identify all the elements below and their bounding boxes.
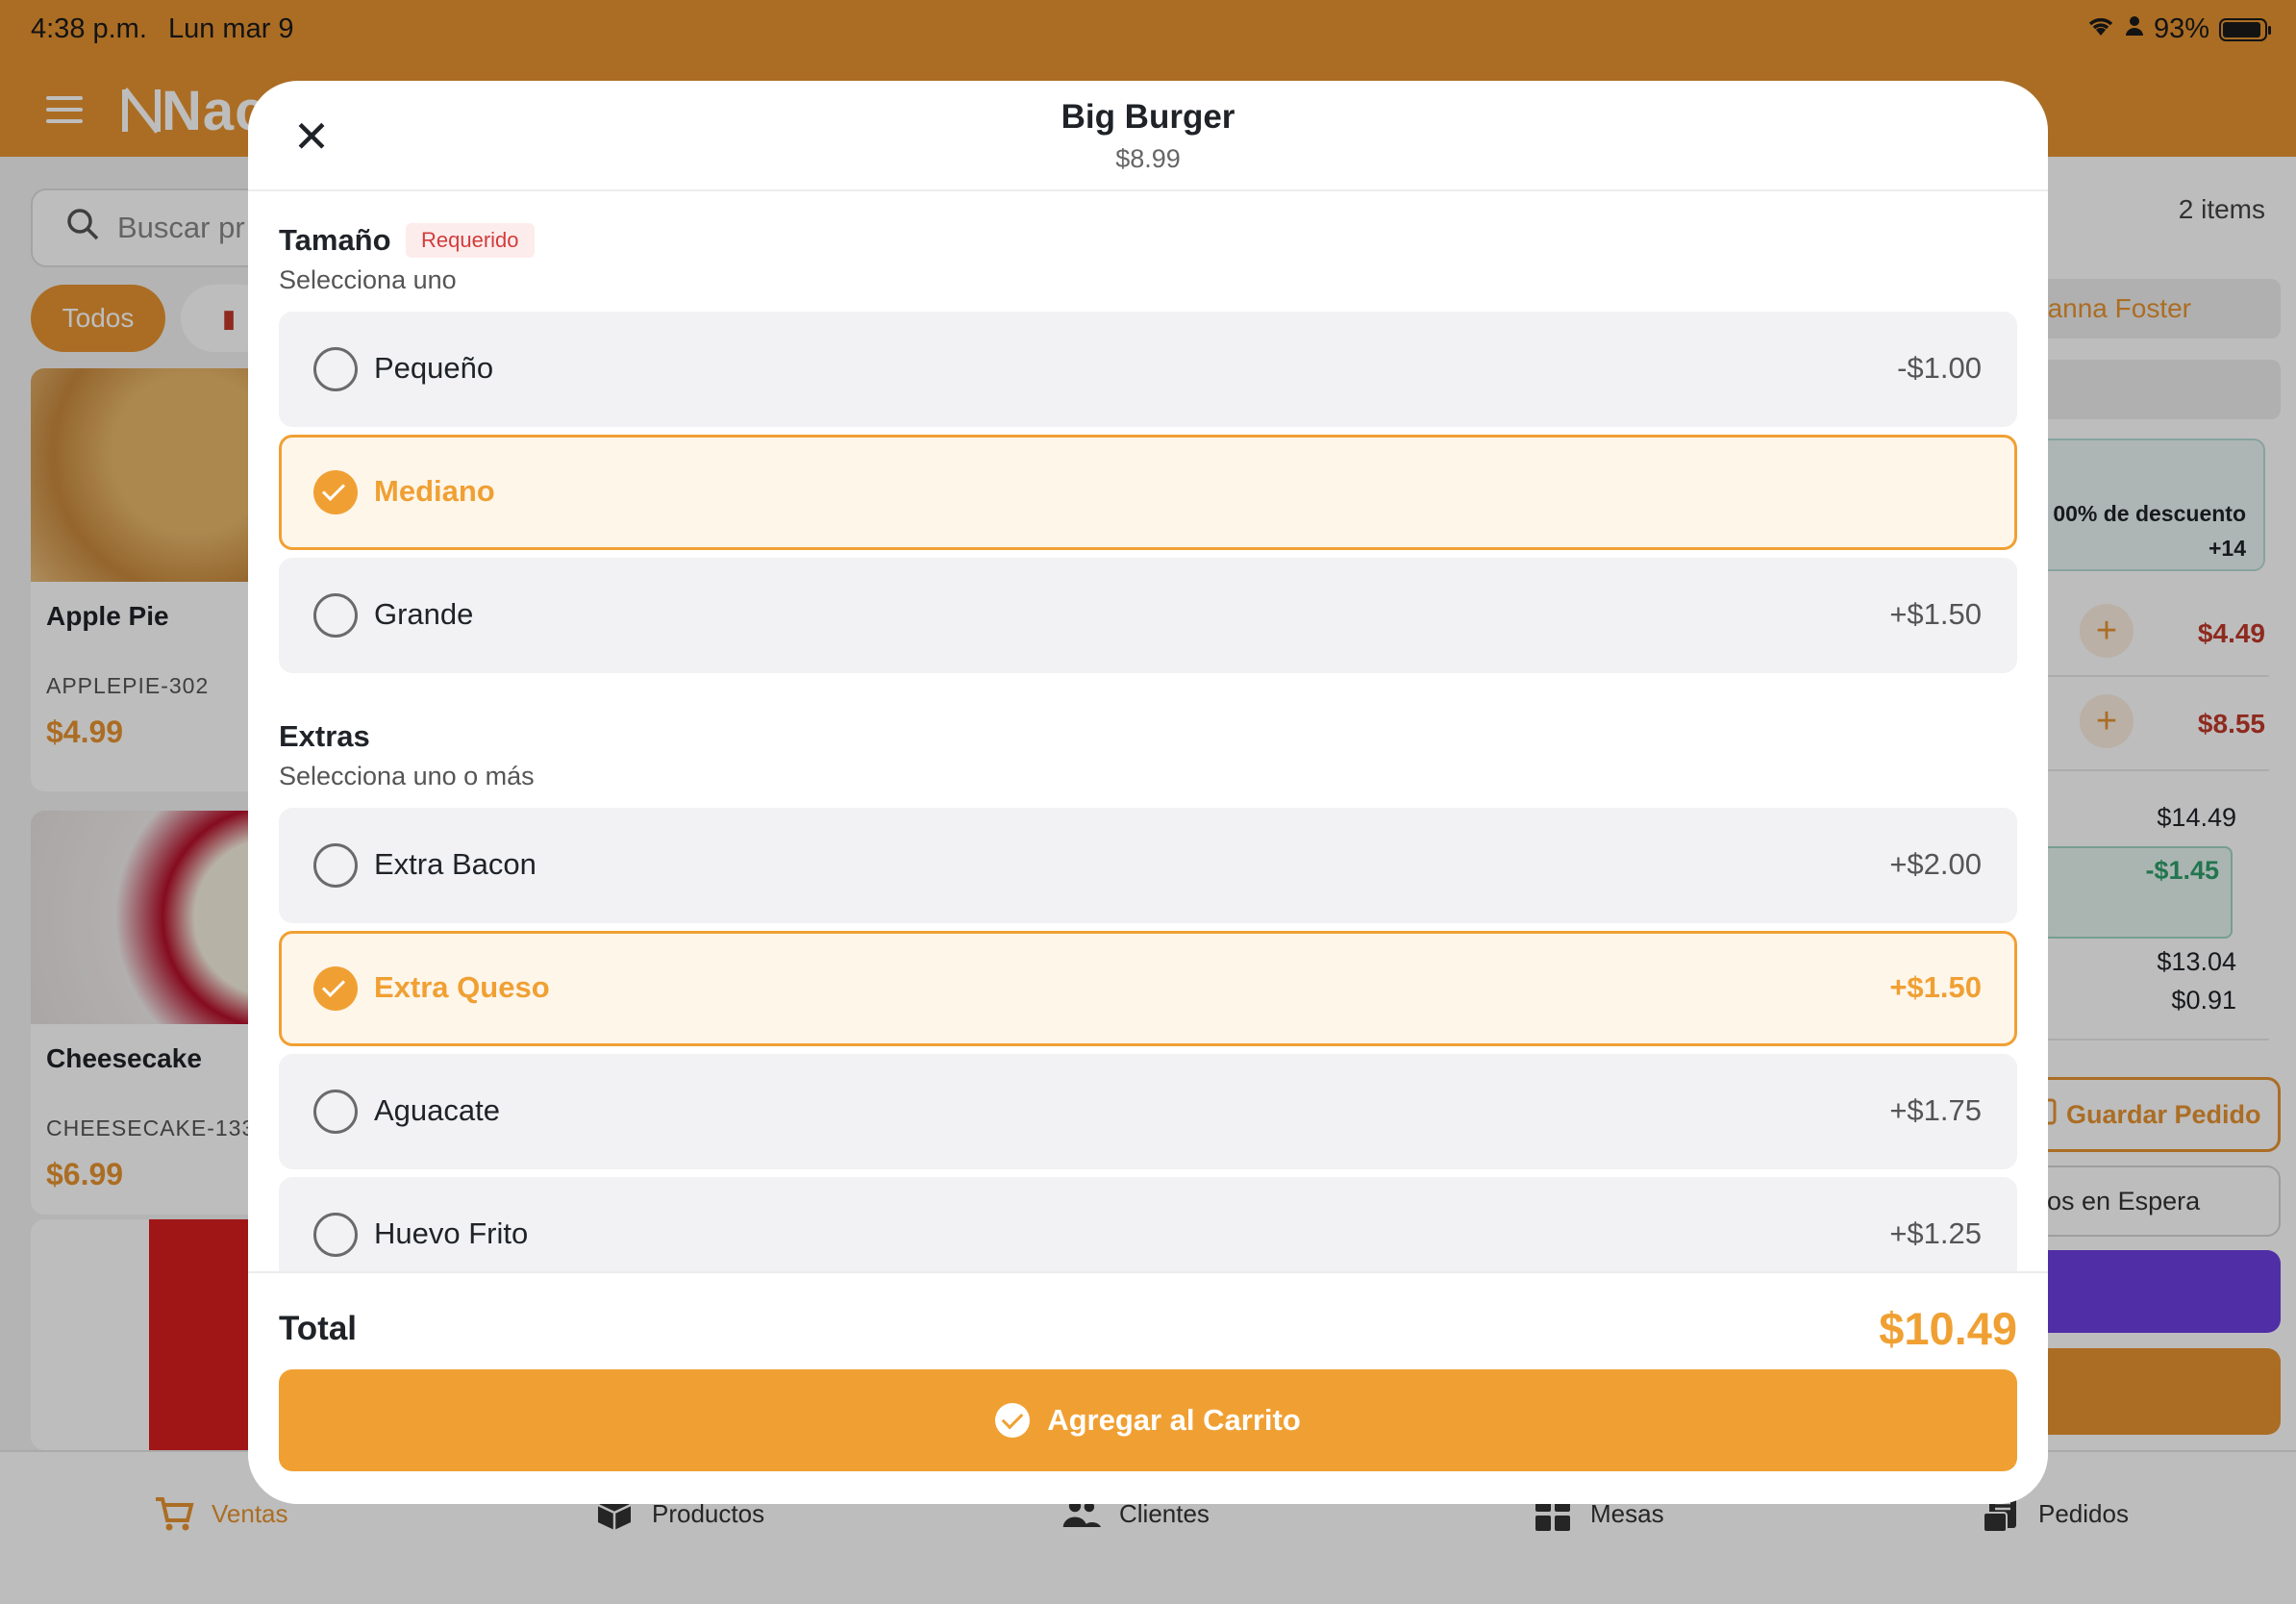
- option-label: Grande: [374, 597, 474, 631]
- option-grande[interactable]: Grande +$1.50: [279, 558, 2017, 673]
- modal-header: ✕ Big Burger $8.99: [248, 81, 2048, 191]
- total-value: $10.49: [1879, 1303, 2017, 1354]
- size-section-title: Tamaño: [279, 223, 391, 257]
- option-pequeno[interactable]: Pequeño -$1.00: [279, 312, 2017, 427]
- option-price: +$1.75: [1889, 1093, 1982, 1127]
- required-badge: Requerido: [406, 223, 535, 258]
- option-extra-queso[interactable]: Extra Queso +$1.50: [279, 931, 2017, 1046]
- option-label: Mediano: [374, 474, 495, 508]
- extras-section-hint: Selecciona uno o más: [279, 762, 535, 790]
- add-to-cart-button[interactable]: Agregar al Carrito: [279, 1369, 2017, 1471]
- radio-icon: [313, 593, 358, 638]
- size-section-hint: Selecciona uno: [279, 265, 457, 294]
- total-label: Total: [279, 1310, 358, 1347]
- radio-icon: [313, 1213, 358, 1257]
- option-price: -$1.00: [1897, 351, 1982, 385]
- option-price: +$1.25: [1889, 1216, 1982, 1250]
- option-mediano[interactable]: Mediano: [279, 435, 2017, 550]
- required-badge-label: Requerido: [421, 228, 519, 252]
- option-label: Extra Bacon: [374, 847, 537, 881]
- extras-section-title: Extras: [279, 719, 370, 753]
- option-price: +$1.50: [1889, 597, 1982, 631]
- modal-title: Big Burger: [1061, 98, 1235, 136]
- radio-icon: [313, 347, 358, 391]
- option-aguacate[interactable]: Aguacate +$1.75: [279, 1054, 2017, 1169]
- radio-icon: [313, 1090, 358, 1134]
- radio-icon: [313, 843, 358, 888]
- check-circle-icon: [995, 1403, 1031, 1438]
- option-label: Extra Queso: [374, 970, 550, 1004]
- option-price: +$2.00: [1889, 847, 1982, 881]
- option-extra-bacon[interactable]: Extra Bacon +$2.00: [279, 808, 2017, 923]
- option-label: Pequeño: [374, 351, 494, 385]
- product-options-modal: ✕ Big Burger $8.99 Tamaño Requerido Sele…: [248, 81, 2048, 1504]
- check-circle-icon: [313, 470, 358, 514]
- option-label: Aguacate: [374, 1093, 500, 1127]
- add-to-cart-label: Agregar al Carrito: [1047, 1403, 1301, 1437]
- option-label: Huevo Frito: [374, 1216, 529, 1250]
- option-price: +$1.50: [1889, 970, 1982, 1004]
- modal-base-price: $8.99: [1115, 144, 1181, 173]
- check-circle-icon: [313, 966, 358, 1011]
- modal-footer: Total $10.49 Agregar al Carrito: [248, 1271, 2048, 1504]
